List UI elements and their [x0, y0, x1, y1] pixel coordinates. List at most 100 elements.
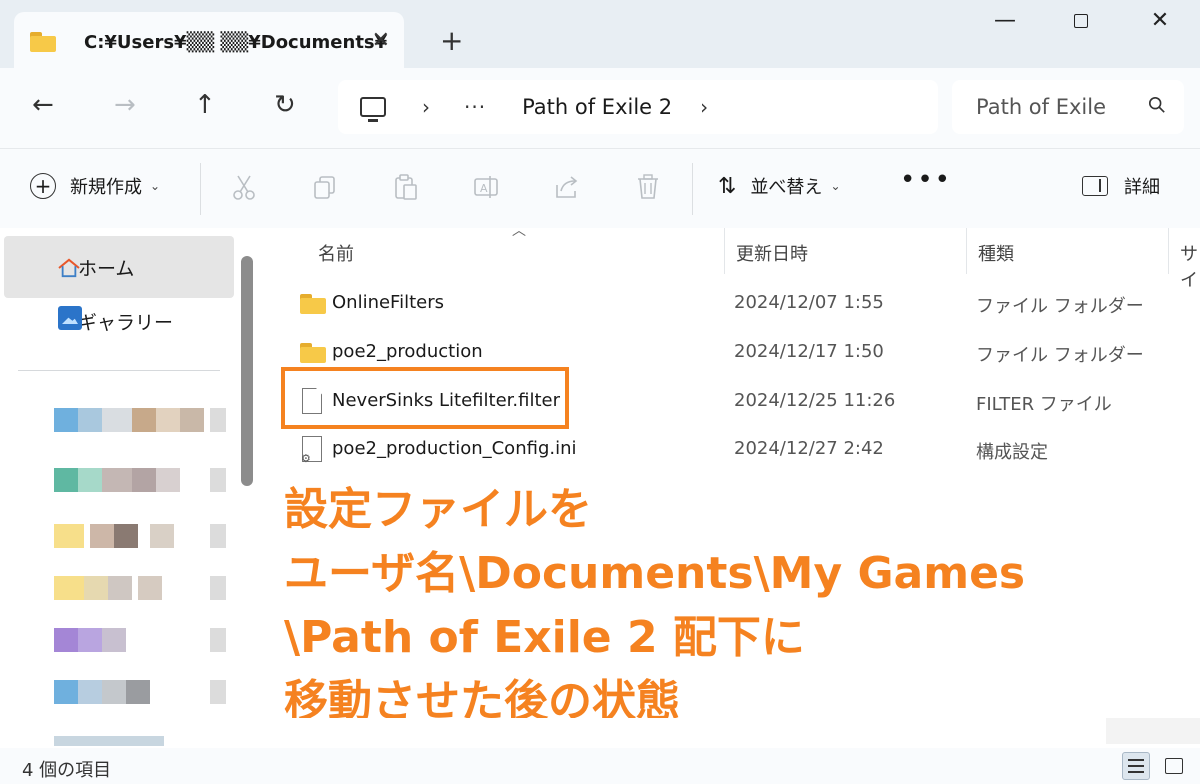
forward-button[interactable]: → [114, 90, 136, 120]
rename-icon[interactable]: A [472, 173, 500, 201]
column-divider[interactable] [966, 228, 967, 274]
tiles-icon [1165, 758, 1183, 774]
scrollbar-thumb[interactable] [241, 256, 253, 486]
sidebar-divider [18, 370, 220, 371]
folder-icon [300, 343, 326, 363]
redacted-sidebar-item[interactable] [54, 576, 234, 600]
column-divider[interactable] [724, 228, 725, 274]
more-options-button[interactable]: ••• [900, 165, 952, 195]
file-modified: 2024/12/07 1:55 [734, 292, 884, 313]
tab-documents[interactable]: C:¥Users¥▒▒ ▒▒¥Documents¥ ✕ [14, 12, 404, 72]
column-headers: ︿ 名前 更新日時 種類 サイ [262, 223, 1200, 291]
chevron-down-icon: ⌄ [150, 179, 161, 193]
file-type: 構成設定 [976, 442, 1048, 463]
file-row[interactable]: OnlineFilters 2024/12/07 1:55 ファイル フォルダー [262, 280, 1200, 326]
column-header-type[interactable]: 種類 [978, 240, 1014, 266]
sort-button[interactable]: ⇅ 並べ替え ⌄ [718, 173, 841, 199]
annotation-line: ユーザ名\Documents\My Games [284, 548, 1026, 599]
scrollbar-corner [1106, 718, 1200, 744]
annotation-line: 設定ファイルを [284, 484, 592, 535]
file-modified: 2024/12/27 2:42 [734, 438, 884, 459]
item-count: 4 個の項目 [22, 760, 112, 781]
delete-icon[interactable] [634, 173, 662, 201]
computer-icon[interactable] [360, 97, 386, 122]
tab-title: C:¥Users¥▒▒ ▒▒¥Documents¥ [84, 31, 388, 53]
column-header-name[interactable]: 名前 [318, 240, 354, 266]
sidebar-item-gallery[interactable]: ギャラリー [4, 290, 234, 352]
minimize-button[interactable]: — [985, 8, 1025, 33]
file-row[interactable]: poe2_production_Config.ini 2024/12/27 2:… [262, 426, 1200, 472]
file-modified: 2024/12/17 1:50 [734, 341, 884, 362]
highlight-box [281, 367, 569, 429]
gallery-icon [58, 306, 82, 330]
search-placeholder: Path of Exile [976, 95, 1107, 119]
copy-icon[interactable] [311, 173, 339, 201]
redacted-sidebar-item[interactable] [54, 524, 234, 548]
settings-file-icon [301, 436, 322, 465]
file-type: ファイル フォルダー [976, 345, 1144, 366]
redacted-sidebar-item[interactable] [54, 628, 234, 652]
file-name: poe2_production [332, 341, 483, 362]
sidebar-item-home[interactable]: ホーム [4, 236, 234, 298]
refresh-button[interactable]: ↻ [274, 90, 296, 120]
breadcrumb-chevron-icon[interactable]: › [700, 95, 708, 119]
home-icon [58, 258, 80, 278]
search-icon[interactable] [1148, 96, 1166, 114]
search-input[interactable]: Path of Exile [952, 80, 1184, 134]
title-bar: C:¥Users¥▒▒ ▒▒¥Documents¥ ✕ + — ✕ [0, 0, 1200, 72]
navigation-bar: ← → ↑ ↻ › ··· Path of Exile 2 › Path of … [0, 68, 1200, 148]
file-type: FILTER ファイル [976, 394, 1112, 415]
breadcrumb-current[interactable]: Path of Exile 2 [522, 95, 672, 119]
share-icon[interactable] [553, 173, 581, 201]
breadcrumb-chevron-icon[interactable]: › [422, 95, 430, 119]
toolbar-divider [200, 163, 201, 215]
sort-icon: ⇅ [718, 173, 737, 199]
column-divider[interactable] [1168, 228, 1169, 274]
folder-icon [300, 294, 326, 314]
close-window-button[interactable]: ✕ [1140, 8, 1180, 33]
sort-ascending-icon: ︿ [512, 223, 526, 239]
details-label: 詳細 [1124, 177, 1160, 198]
file-name: OnlineFilters [332, 292, 445, 313]
annotation-line: \Path of Exile 2 配下に [284, 612, 805, 663]
svg-text:A: A [480, 182, 488, 195]
annotation-text: 設定ファイルを ユーザ名\Documents\My Games \Path of… [284, 478, 1084, 734]
folder-icon [30, 32, 56, 52]
details-view-button[interactable] [1122, 752, 1150, 780]
details-pane-icon [1082, 176, 1108, 196]
maximize-icon [1074, 14, 1088, 28]
redacted-sidebar-item[interactable] [54, 468, 234, 492]
new-label: 新規作成 [70, 177, 142, 198]
redacted-sidebar-item[interactable] [54, 408, 234, 432]
up-button[interactable]: ↑ [194, 90, 216, 120]
paste-icon[interactable] [392, 173, 420, 201]
new-tab-button[interactable]: + [440, 24, 463, 57]
add-icon: + [30, 173, 56, 199]
horizontal-scrollbar[interactable] [270, 718, 1106, 744]
address-bar[interactable]: › ··· Path of Exile 2 › [338, 80, 938, 134]
navigation-pane: ホーム ギャラリー [0, 228, 262, 748]
redacted-sidebar-item[interactable] [54, 680, 234, 704]
redacted-sidebar-item[interactable] [54, 736, 234, 746]
back-button[interactable]: ← [32, 90, 54, 120]
tiles-view-button[interactable] [1160, 752, 1188, 780]
toolbar-divider [692, 163, 693, 215]
cut-icon[interactable] [230, 173, 258, 201]
sidebar-item-label: ギャラリー [78, 311, 174, 334]
details-pane-button[interactable]: 詳細 [1082, 173, 1160, 199]
sort-label: 並べ替え [750, 177, 823, 198]
status-bar: 4 個の項目 [0, 748, 1200, 784]
file-name: poe2_production_Config.ini [332, 438, 577, 459]
breadcrumb-overflow-button[interactable]: ··· [464, 95, 486, 119]
sidebar-scrollbar[interactable] [238, 256, 256, 486]
close-tab-icon[interactable]: ✕ [372, 28, 390, 53]
file-type: ファイル フォルダー [976, 296, 1144, 317]
command-bar: + 新規作成 ⌄ A ⇅ 並べ替え ⌄ ••• 詳細 [0, 148, 1200, 228]
sidebar-item-label: ホーム [78, 257, 135, 280]
chevron-down-icon: ⌄ [830, 179, 841, 193]
maximize-button[interactable] [1061, 8, 1101, 34]
list-icon [1128, 759, 1144, 773]
new-button[interactable]: + 新規作成 ⌄ [30, 173, 160, 199]
column-header-modified[interactable]: 更新日時 [736, 240, 808, 266]
file-modified: 2024/12/25 11:26 [734, 390, 896, 411]
